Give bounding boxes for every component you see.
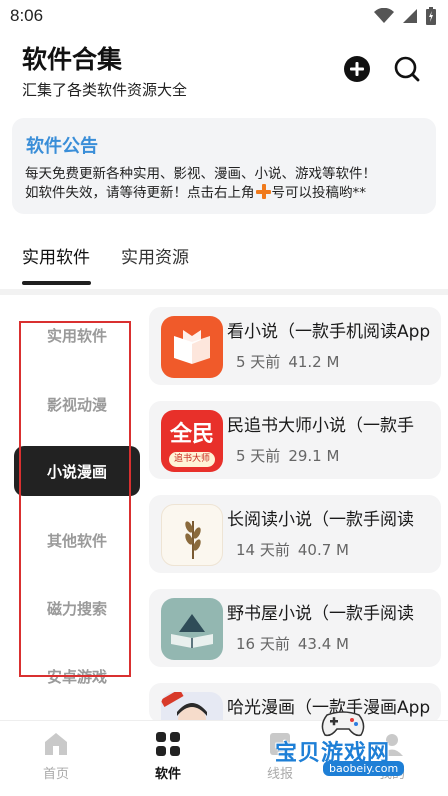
app-updated-time: 5 天前 xyxy=(236,447,281,465)
quanmin-logo-bottom: 追书大师 xyxy=(169,452,215,467)
app-list-item[interactable]: 全民 追书大师 民追书大师小说（一款手 5 天前 29.1 M xyxy=(149,401,441,479)
quanmin-logo-top: 全民 xyxy=(169,422,214,447)
app-updated-time: 5 天前 xyxy=(236,353,281,371)
app-size: 41.2 M xyxy=(288,353,340,371)
app-name: 长阅读小说（一款手阅读 xyxy=(227,510,414,530)
nav-software-label: 软件 xyxy=(154,767,181,782)
category-item-other[interactable]: 其他软件 xyxy=(14,515,140,565)
status-time: 8:06 xyxy=(10,6,44,25)
announcement-line-2-start: 如软件失效，请等待更新！点击右上角 xyxy=(25,185,255,201)
app-list-item[interactable]: 哈光漫画（一款手漫画App xyxy=(149,683,441,723)
app-name: 哈光漫画（一款手漫画App xyxy=(227,698,431,718)
announcement-text: 每天免费更新各种实用、影视、漫画、小说、游戏等软件！ 如软件失效，请等待更新！点… xyxy=(25,165,429,203)
app-list-item[interactable]: 看小说（一款手机阅读App 5 天前 41.2 M xyxy=(149,307,441,385)
app-size: 40.7 M xyxy=(297,541,349,559)
avatar-icon xyxy=(161,692,223,723)
app-updated-time: 14 天前 xyxy=(236,541,290,559)
grid-icon xyxy=(156,732,180,756)
home-icon xyxy=(45,733,67,755)
app-list-item[interactable]: 长阅读小说（一款手阅读 14 天前 40.7 M xyxy=(149,495,441,573)
status-icons xyxy=(374,7,436,25)
book-icon xyxy=(161,316,223,378)
announcement-line-2-end: 号可以投稿哟** xyxy=(271,185,367,201)
app-meta: 5 天前 29.1 M xyxy=(236,445,339,466)
nav-home-label: 首页 xyxy=(42,767,69,782)
nav-software[interactable]: 软件 xyxy=(128,731,208,782)
open-book-icon xyxy=(161,598,223,660)
announcement-card: 软件公告 每天免费更新各种实用、影视、漫画、小说、游戏等软件！ 如软件失效，请等… xyxy=(12,118,436,214)
tab-utility-resources[interactable]: 实用资源 xyxy=(121,243,189,268)
app-name: 看小说（一款手机阅读App xyxy=(227,322,431,342)
page-title: 软件合集 xyxy=(22,45,123,74)
app-meta: 16 天前 43.4 M xyxy=(236,633,349,654)
signal-icon xyxy=(403,9,417,23)
announcement-line-2: 如软件失效，请等待更新！点击右上角 号可以投稿哟** xyxy=(25,184,429,203)
category-item-utility[interactable]: 实用软件 xyxy=(14,310,140,360)
tab-utility-software[interactable]: 实用软件 xyxy=(22,243,90,268)
add-button[interactable] xyxy=(342,54,372,84)
category-item-video-anime[interactable]: 影视动漫 xyxy=(14,379,140,429)
app-size: 29.1 M xyxy=(288,447,340,465)
nav-home[interactable]: 首页 xyxy=(16,731,96,782)
battery-icon xyxy=(426,7,436,25)
app-name: 民追书大师小说（一款手 xyxy=(227,416,414,436)
status-bar: 8:06 xyxy=(0,0,448,34)
app-list-item[interactable]: 野书屋小说（一款手阅读 16 天前 43.4 M xyxy=(149,589,441,667)
nav-deals-label: 线报 xyxy=(266,767,293,782)
category-sidebar: 实用软件 影视动漫 小说漫画 其他软件 磁力搜索 安卓游戏 xyxy=(0,295,150,720)
bottom-navigation: 首页 软件 线报 我的 xyxy=(0,720,448,796)
page-subtitle: 汇集了各类软件资源大全 xyxy=(22,81,188,99)
search-button[interactable] xyxy=(392,54,422,84)
plus-circle-icon xyxy=(344,56,370,82)
app-size: 43.4 M xyxy=(297,635,349,653)
announcement-line-1: 每天免费更新各种实用、影视、漫画、小说、游戏等软件！ xyxy=(25,166,376,182)
nav-mine-label: 我的 xyxy=(378,767,405,782)
news-icon xyxy=(270,733,290,755)
app-name: 野书屋小说（一款手阅读 xyxy=(227,604,414,624)
app-updated-time: 16 天前 xyxy=(236,635,290,653)
app-meta: 5 天前 41.2 M xyxy=(236,351,339,372)
nav-deals[interactable]: 线报 xyxy=(240,731,320,782)
app-meta: 14 天前 40.7 M xyxy=(236,539,349,560)
category-item-android-games[interactable]: 安卓游戏 xyxy=(14,651,140,701)
quanmin-logo: 全民 追书大师 xyxy=(161,410,223,472)
category-item-magnet-search[interactable]: 磁力搜索 xyxy=(14,583,140,633)
active-tab-indicator xyxy=(22,281,91,285)
announcement-title: 软件公告 xyxy=(26,136,98,157)
user-icon xyxy=(381,734,403,756)
plus-icon xyxy=(255,184,271,199)
nav-mine[interactable]: 我的 xyxy=(352,731,432,782)
wheat-icon xyxy=(161,504,223,566)
wifi-icon xyxy=(374,8,394,23)
search-icon xyxy=(394,56,420,82)
category-item-novel-comic[interactable]: 小说漫画 xyxy=(14,446,140,496)
